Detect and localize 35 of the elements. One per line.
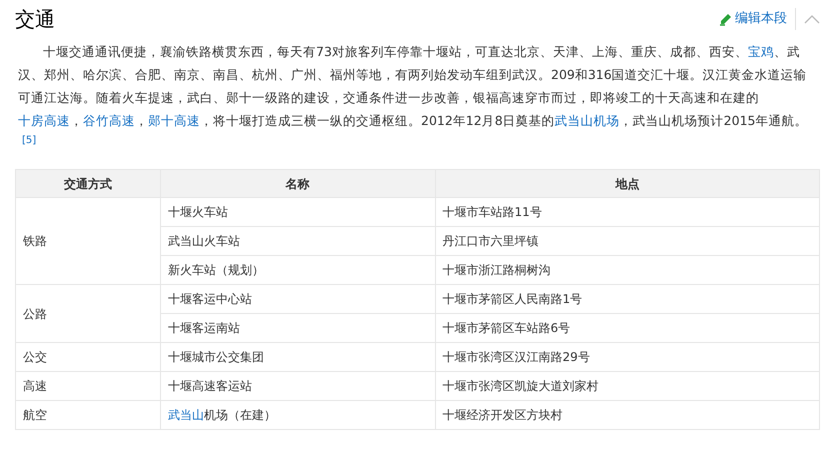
table-cell: 新火车站（规划） bbox=[160, 256, 435, 284]
table-cell: 武当山机场（在建） bbox=[160, 400, 435, 430]
table-cell: 十堰市茅箭区人民南路1号 bbox=[435, 284, 820, 314]
table-cell: 十堰客运南站 bbox=[160, 314, 435, 342]
footnote-link[interactable]: [5] bbox=[22, 135, 36, 146]
table-cell: 十堰客运中心站 bbox=[160, 284, 435, 314]
table-cell: 高速 bbox=[16, 372, 160, 400]
table-cell: 十堰市茅箭区车站路6号 bbox=[435, 314, 820, 342]
link[interactable]: 武当山机场 bbox=[554, 113, 620, 128]
edit-link[interactable]: 编辑本段 bbox=[719, 9, 787, 29]
table-cell: 航空 bbox=[16, 400, 160, 430]
table-cell: 公交 bbox=[16, 342, 160, 372]
column-header: 交通方式 bbox=[16, 170, 160, 198]
link[interactable]: 谷竹高速 bbox=[83, 113, 135, 128]
table-cell: 丹江口市六里坪镇 bbox=[435, 226, 820, 256]
column-header: 名称 bbox=[160, 170, 435, 198]
table-cell: 十堰经济开发区方块村 bbox=[435, 400, 820, 430]
column-header: 地点 bbox=[435, 170, 820, 198]
table-cell: 十堰火车站 bbox=[160, 198, 435, 226]
table-cell: 十堰市浙江路桐树沟 bbox=[435, 256, 820, 284]
pencil-icon bbox=[719, 12, 732, 26]
link[interactable]: 郧十高速 bbox=[148, 113, 200, 128]
table-cell: 十堰高速客运站 bbox=[160, 372, 435, 400]
table-cell: 十堰城市公交集团 bbox=[160, 342, 435, 372]
table-cell: 十堰市车站路11号 bbox=[435, 198, 820, 226]
table-cell: 铁路 bbox=[16, 198, 160, 284]
table-cell: 武当山火车站 bbox=[160, 226, 435, 256]
table-cell: 十堰市张湾区凯旋大道刘家村 bbox=[435, 372, 820, 400]
link[interactable]: 十房高速 bbox=[18, 113, 70, 128]
link[interactable]: 宝鸡 bbox=[748, 44, 774, 59]
table-cell: 公路 bbox=[16, 284, 160, 342]
table-cell: 十堰市张湾区汉江南路29号 bbox=[435, 342, 820, 372]
link[interactable]: 武当山 bbox=[168, 408, 204, 422]
collapse-caret-icon[interactable] bbox=[804, 14, 820, 24]
section-heading: 交通 bbox=[15, 7, 55, 31]
